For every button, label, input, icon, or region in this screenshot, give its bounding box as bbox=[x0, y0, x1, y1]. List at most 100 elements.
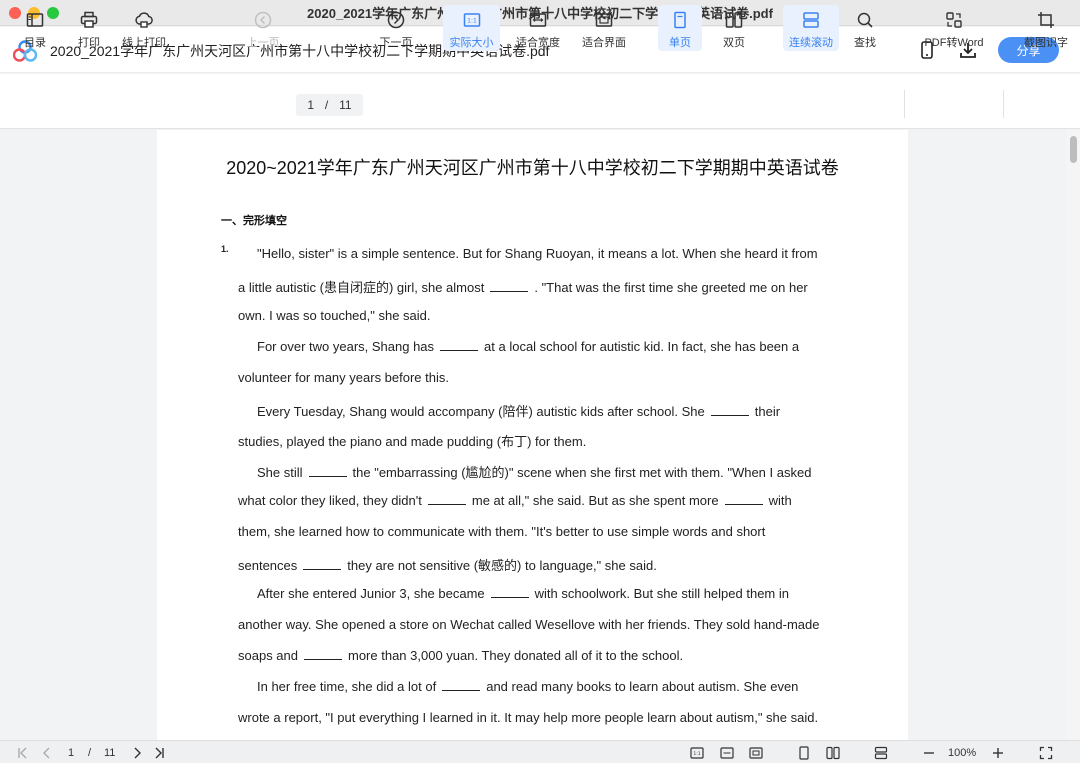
text-segment: studies, played the piano and made puddi… bbox=[238, 434, 587, 449]
cloud-print-icon bbox=[135, 12, 153, 28]
text-line: She still the "embarrassing (尴尬的)" scene … bbox=[257, 462, 811, 481]
first-page-icon bbox=[18, 747, 27, 758]
prev-page-button[interactable]: 上一页 bbox=[244, 5, 282, 51]
last-page-button[interactable] bbox=[152, 745, 166, 760]
text-segment: Every Tuesday, Shang would accompany (陪伴… bbox=[257, 404, 705, 419]
actual-size-label: 实际大小 bbox=[449, 37, 494, 49]
online-print-button[interactable]: 线上打印 bbox=[118, 5, 170, 51]
last-page-icon bbox=[155, 747, 164, 758]
answer-blank bbox=[724, 504, 763, 506]
actual-size-button[interactable]: 1:1 实际大小 bbox=[443, 5, 500, 51]
status-fit-width-button[interactable] bbox=[720, 745, 734, 760]
text-segment: the "embarrassing (尴尬的)" scene when she … bbox=[352, 465, 812, 480]
text-segment: For over two years, Shang has bbox=[257, 339, 435, 354]
page-separator: / bbox=[324, 98, 329, 112]
scrollbar-thumb[interactable] bbox=[1070, 136, 1077, 163]
document-viewport[interactable]: 2020~2021学年广东广州天河区广州市第十八中学校初二下学期期中英语试卷 一… bbox=[0, 130, 1080, 740]
chevron-left-circle-icon bbox=[254, 11, 272, 29]
text-line: them, she learned how to communicate wit… bbox=[238, 524, 765, 539]
text-line: sentences they are not sensitive (敏感的) to… bbox=[238, 555, 657, 574]
first-page-button[interactable] bbox=[16, 745, 30, 760]
status-current-page[interactable]: 1 bbox=[68, 745, 74, 760]
double-page-icon bbox=[725, 12, 743, 28]
text-line: what color they liked, they didn't me at … bbox=[238, 493, 792, 508]
search-icon bbox=[857, 12, 873, 28]
status-next-page-button[interactable] bbox=[130, 745, 144, 760]
print-button[interactable]: 打印 bbox=[72, 5, 106, 51]
status-bar: 1 / 11 1:1 100% bbox=[0, 740, 1080, 763]
zoom-out-button[interactable] bbox=[922, 745, 936, 760]
toc-button[interactable]: 目录 bbox=[18, 5, 52, 51]
online-print-label: 线上打印 bbox=[122, 37, 166, 49]
continuous-scroll-button[interactable]: 连续滚动 bbox=[783, 5, 839, 51]
single-page-label: 单页 bbox=[669, 37, 691, 49]
minus-icon bbox=[924, 751, 934, 754]
status-actual-size-badge: 1:1 bbox=[693, 751, 700, 757]
plus-icon bbox=[993, 747, 1003, 758]
text-segment: "Hello, sister" is a simple sentence. Bu… bbox=[257, 246, 818, 261]
ocr-button[interactable]: 截图识字 bbox=[1020, 5, 1072, 51]
answer-blank bbox=[710, 415, 749, 417]
status-fit-page-button[interactable] bbox=[749, 745, 763, 760]
fullscreen-button[interactable] bbox=[1039, 745, 1053, 760]
text-segment: another way. She opened a store on Wecha… bbox=[238, 617, 820, 632]
status-prev-page-button[interactable] bbox=[40, 745, 54, 760]
vertical-scrollbar[interactable] bbox=[1066, 130, 1080, 740]
fit-page-icon bbox=[749, 746, 763, 759]
prev-page-label: 上一页 bbox=[246, 37, 280, 49]
fit-width-label: 适合宽度 bbox=[516, 37, 560, 49]
fit-width-button[interactable]: 适合宽度 bbox=[512, 5, 564, 51]
single-page-icon bbox=[674, 11, 686, 29]
question-number: 1. bbox=[221, 244, 229, 254]
text-segment: own. I was so touched," she said. bbox=[238, 308, 431, 323]
fit-width-icon bbox=[529, 13, 547, 27]
double-page-button[interactable]: 双页 bbox=[714, 5, 754, 51]
continuous-scroll-icon bbox=[874, 746, 888, 759]
zoom-in-button[interactable] bbox=[991, 745, 1005, 760]
text-segment: what color they liked, they didn't bbox=[238, 493, 422, 508]
pdf-page: 2020~2021学年广东广州天河区广州市第十八中学校初二下学期期中英语试卷 一… bbox=[157, 130, 908, 740]
search-button[interactable]: 查找 bbox=[848, 5, 882, 51]
printer-icon bbox=[80, 11, 98, 28]
fit-width-icon bbox=[720, 746, 734, 759]
zoom-level[interactable]: 100% bbox=[948, 745, 976, 760]
text-line: studies, played the piano and made puddi… bbox=[238, 431, 586, 450]
status-single-page-button[interactable] bbox=[797, 745, 811, 760]
fit-page-icon bbox=[595, 13, 613, 27]
next-page-button[interactable]: 下一页 bbox=[377, 5, 415, 51]
status-page-separator: / bbox=[88, 746, 92, 759]
text-segment: more than 3,000 yuan. They donated all o… bbox=[348, 648, 684, 663]
answer-blank bbox=[442, 690, 481, 692]
status-double-page-button[interactable] bbox=[826, 745, 840, 760]
text-segment: and read many books to learn about autis… bbox=[486, 679, 799, 694]
text-segment: After she entered Junior 3, she became bbox=[257, 586, 485, 601]
exam-title: 2020~2021学年广东广州天河区广州市第十八中学校初二下学期期中英语试卷 bbox=[226, 158, 839, 178]
text-segment: . "That was the first time she greeted m… bbox=[534, 280, 808, 295]
chevron-right-icon bbox=[134, 747, 141, 758]
fit-page-button[interactable]: 适合界面 bbox=[578, 5, 630, 51]
search-label: 查找 bbox=[854, 37, 876, 49]
single-page-button[interactable]: 单页 bbox=[658, 5, 702, 51]
continuous-scroll-label: 连续滚动 bbox=[789, 37, 833, 49]
text-segment: volunteer for many years before this. bbox=[238, 370, 449, 385]
answer-blank bbox=[303, 569, 342, 571]
chevron-left-icon bbox=[43, 747, 50, 758]
text-segment: soaps and bbox=[238, 648, 298, 663]
single-page-icon bbox=[799, 745, 809, 760]
current-page: 1 bbox=[307, 98, 315, 112]
page-number-input[interactable]: 1 / 11 bbox=[296, 94, 363, 116]
text-line: a little autistic (患自闭症的) girl, she almo… bbox=[238, 277, 808, 296]
status-actual-size-button[interactable]: 1:1 bbox=[690, 745, 704, 760]
continuous-scroll-icon bbox=[803, 12, 819, 28]
text-line: volunteer for many years before this. bbox=[238, 370, 449, 385]
crop-icon bbox=[1038, 12, 1054, 28]
text-segment: with bbox=[768, 493, 792, 508]
status-total-pages: 11 bbox=[104, 746, 116, 759]
text-line: After she entered Junior 3, she became wi… bbox=[257, 586, 789, 601]
status-continuous-button[interactable] bbox=[874, 745, 888, 760]
text-segment: their bbox=[754, 404, 781, 419]
text-line: wrote a report, "I put everything I lear… bbox=[238, 710, 818, 725]
answer-blank bbox=[490, 291, 529, 293]
pdf-to-word-button[interactable]: PDF转Word bbox=[920, 5, 988, 51]
toc-label: 目录 bbox=[24, 37, 46, 49]
